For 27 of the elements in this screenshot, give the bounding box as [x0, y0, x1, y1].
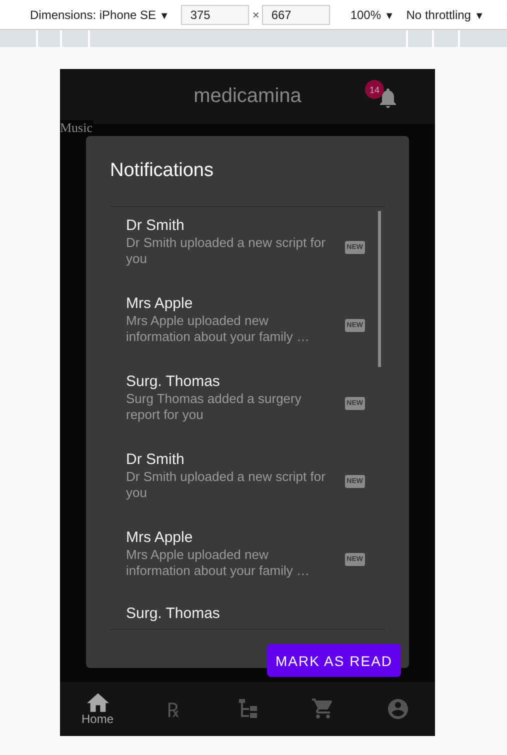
notification-count-badge: 14 [365, 80, 384, 99]
tree-icon[interactable] [238, 699, 256, 719]
cart-icon[interactable] [312, 698, 334, 720]
notification-title[interactable]: Mrs Apple [126, 529, 331, 547]
dialog-title: Notifications [110, 160, 214, 183]
notification-title[interactable]: Dr Smith [126, 451, 331, 469]
times-sign: × [252, 8, 260, 22]
notification-text: Mrs Apple uploaded new information about your family … [126, 313, 311, 345]
notification-text: Dr Smith uploaded a new script for you [126, 235, 326, 267]
height-field[interactable]: 667 [262, 4, 330, 24]
home-icon[interactable] [86, 692, 108, 712]
mark-as-read-button[interactable]: MARK AS READ [267, 644, 401, 677]
notification-title[interactable]: Surg. Thomas [126, 373, 331, 391]
account-icon[interactable] [388, 699, 408, 719]
throttling-selector[interactable]: No throttling ▼ [406, 8, 484, 22]
scrollbar[interactable] [378, 211, 381, 367]
notification-title[interactable]: Mrs Apple [126, 295, 331, 313]
app-title: medicamina [194, 85, 302, 108]
notification-title[interactable]: Surg. Thomas [126, 605, 331, 623]
device-selector[interactable]: Dimensions: iPhone SE ▼ [30, 8, 170, 22]
notification-text: Surg Thomas added a surgery report for you [126, 391, 302, 423]
notification-text: Dr Smith uploaded a new script for you [126, 469, 326, 501]
zoom-selector[interactable]: 100% ▼ [350, 8, 394, 22]
nav-label[interactable]: Home [81, 712, 114, 726]
notification-title[interactable]: Dr Smith [126, 217, 331, 235]
width-field[interactable]: 375 [181, 4, 250, 24]
notification-text: Mrs Apple uploaded new information about your family … [126, 547, 311, 579]
